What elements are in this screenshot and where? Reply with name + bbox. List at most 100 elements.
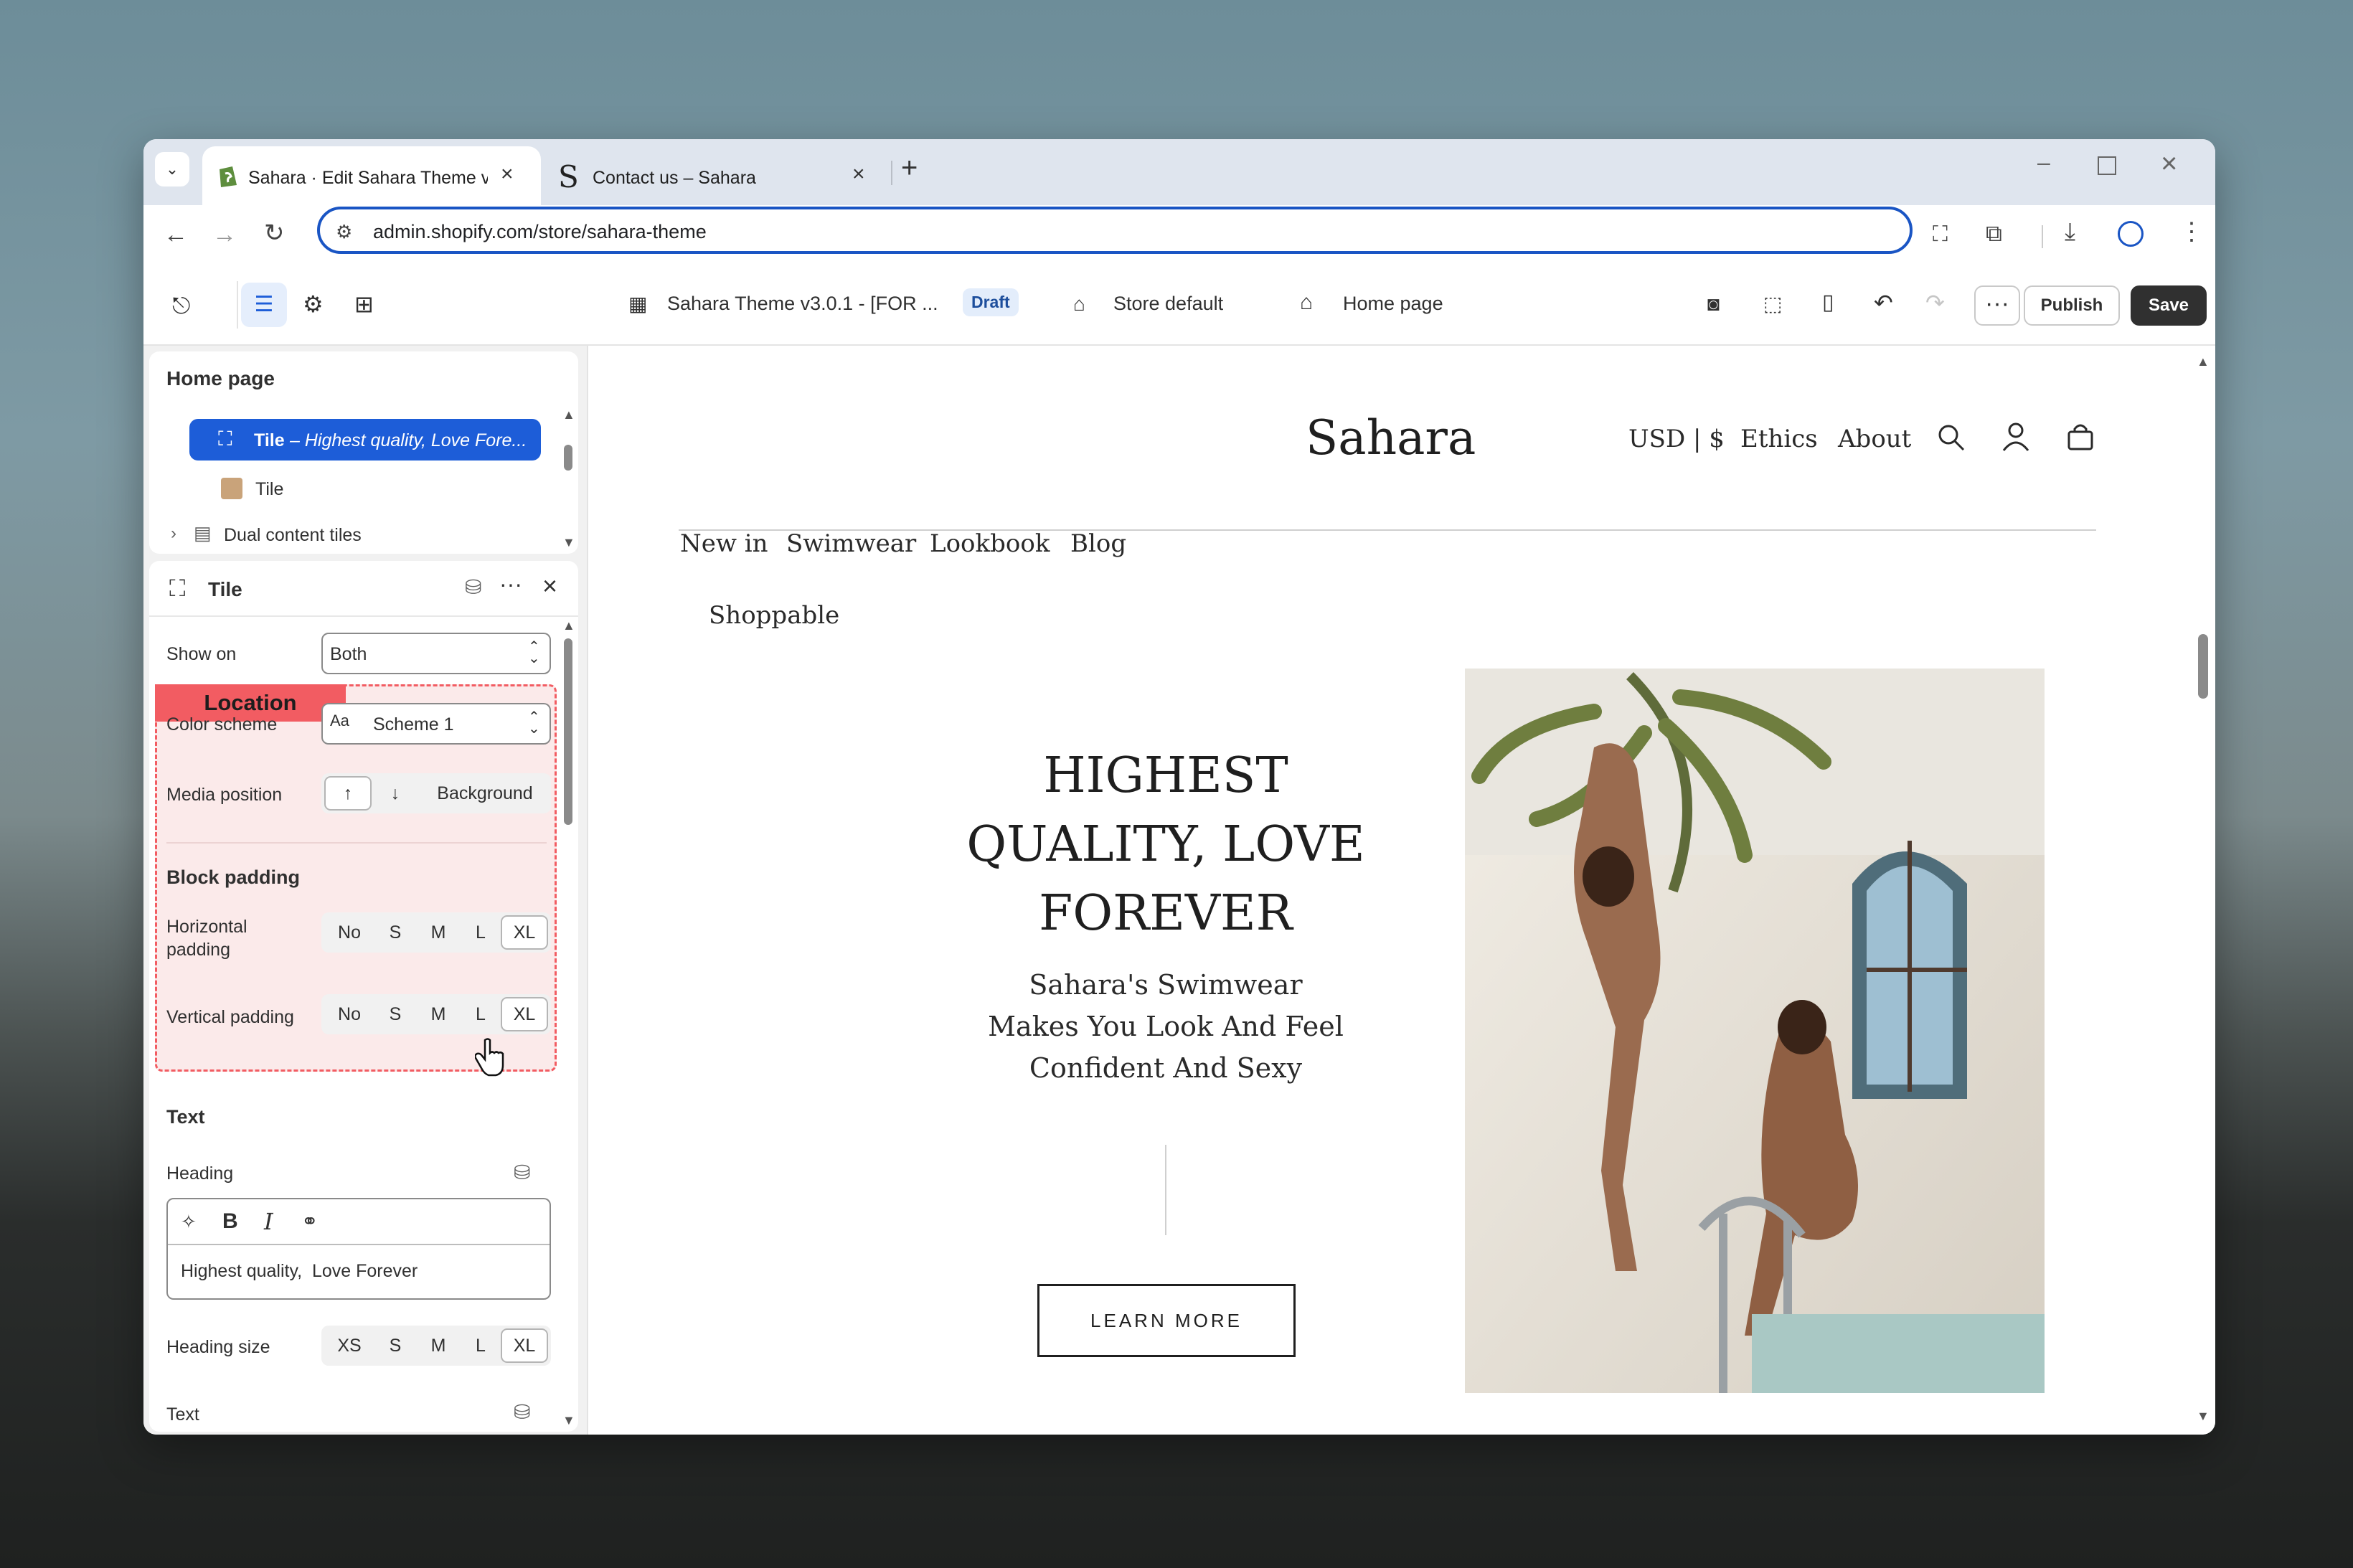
- cart-icon[interactable]: [2066, 422, 2095, 452]
- tab-search-button[interactable]: ⌄: [155, 152, 189, 186]
- url-bar[interactable]: ⚙ admin.shopify.com/store/sahara-theme: [317, 207, 1913, 254]
- settings-scrollbar[interactable]: ▲ ▼: [562, 618, 575, 1429]
- profile-icon[interactable]: [2118, 221, 2144, 247]
- ellipsis-icon[interactable]: ···: [499, 571, 522, 598]
- account-icon[interactable]: [2001, 422, 2030, 452]
- nav-shoppable[interactable]: Shoppable: [709, 601, 839, 630]
- sections-scrollbar[interactable]: ▲ ▼: [562, 407, 575, 551]
- browser-menu-icon[interactable]: ⋮: [2179, 219, 2204, 244]
- preview-scroll-down-icon[interactable]: ▼: [2197, 1409, 2210, 1424]
- close-icon[interactable]: ×: [852, 164, 865, 185]
- apps-icon[interactable]: ⊞: [354, 293, 374, 316]
- size-option-l[interactable]: L: [461, 1326, 501, 1366]
- nav-about[interactable]: About: [1838, 425, 1911, 453]
- shopify-icon: [220, 166, 237, 187]
- tab-strip: ⌄ Sahara · Edit Sahara Theme v3.0 × S Co…: [143, 139, 2215, 205]
- new-tab-icon[interactable]: +: [901, 152, 918, 184]
- size-option-s[interactable]: S: [374, 1326, 416, 1366]
- screenshot-icon[interactable]: ⛶: [1933, 222, 1948, 247]
- redo-icon[interactable]: ↷: [1925, 291, 1945, 314]
- padding-option-l[interactable]: L: [461, 912, 501, 953]
- select-tool-icon[interactable]: ⬚: [1763, 293, 1782, 316]
- store-logo[interactable]: Sahara: [1306, 410, 1476, 466]
- close-window-icon[interactable]: ×: [2161, 148, 2177, 180]
- chevron-right-icon[interactable]: ›: [171, 524, 176, 544]
- address-bar-row: ← → ↻ ⚙ admin.shopify.com/store/sahara-t…: [143, 205, 2215, 265]
- preview-scroll-up-icon[interactable]: ▲: [2197, 354, 2210, 369]
- size-option-m[interactable]: M: [416, 1326, 461, 1366]
- nav-lookbook[interactable]: Lookbook: [930, 529, 1050, 558]
- heading-input[interactable]: Highest quality, Love Forever: [181, 1261, 418, 1282]
- maximize-icon[interactable]: [2098, 156, 2116, 175]
- mobile-preview-icon[interactable]: ▯: [1822, 291, 1834, 314]
- save-button[interactable]: Save: [2131, 285, 2207, 326]
- padding-option-no[interactable]: No: [324, 912, 374, 953]
- section-item-tile-selected[interactable]: ⛶ Tile – Highest quality, Love Fore...: [189, 419, 541, 461]
- padding-option-l[interactable]: L: [461, 994, 501, 1034]
- back-icon[interactable]: ←: [164, 222, 188, 247]
- site-info-icon[interactable]: ⚙: [336, 221, 352, 243]
- scroll-up-icon[interactable]: ▲: [562, 407, 575, 422]
- settings-gear-icon[interactable]: ⚙: [303, 293, 324, 316]
- padding-option-xl[interactable]: XL: [501, 912, 548, 953]
- color-scheme-select[interactable]: Aa Scheme 1 ⌃ ⌄: [321, 703, 551, 745]
- dynamic-source-icon[interactable]: ⛁: [514, 1400, 530, 1424]
- more-actions-button[interactable]: ···: [1974, 285, 2020, 326]
- minimize-icon[interactable]: –: [2037, 149, 2050, 176]
- bold-icon[interactable]: B: [222, 1209, 238, 1234]
- undo-icon[interactable]: ↶: [1874, 291, 1893, 314]
- padding-option-s[interactable]: S: [374, 912, 416, 953]
- link-icon[interactable]: ⚭: [301, 1209, 318, 1233]
- nav-swimwear[interactable]: Swimwear: [786, 529, 916, 558]
- section-item-dual-content[interactable]: › ▤ Dual content tiles: [171, 519, 529, 552]
- scroll-up-icon[interactable]: ▲: [562, 618, 575, 633]
- size-option-xs[interactable]: XS: [324, 1326, 374, 1366]
- block-settings-panel: ⛶ Tile ⛁ ··· × Show on Both ⌃ ⌄ Location …: [149, 561, 578, 1432]
- close-icon[interactable]: ×: [501, 164, 514, 185]
- draft-badge: Draft: [963, 288, 1019, 316]
- extensions-icon[interactable]: ⧉: [1986, 221, 2002, 245]
- inspector-icon[interactable]: ◙: [1707, 293, 1720, 316]
- section-item-name: Tile: [254, 430, 285, 450]
- preview-scroll-thumb[interactable]: [2198, 634, 2208, 699]
- tab-sahara-editor[interactable]: Sahara · Edit Sahara Theme v3.0 ×: [202, 146, 541, 205]
- store-selector[interactable]: Store default: [1113, 293, 1223, 315]
- padding-option-xl[interactable]: XL: [501, 994, 548, 1034]
- theme-name[interactable]: Sahara Theme v3.0.1 - [FOR ...: [667, 293, 938, 315]
- publish-button[interactable]: Publish: [2024, 285, 2120, 326]
- nav-ethics[interactable]: Ethics: [1740, 425, 1818, 453]
- sections-tab-button[interactable]: ☰: [241, 283, 287, 327]
- scroll-down-icon[interactable]: ▼: [562, 1413, 575, 1428]
- padding-option-m[interactable]: M: [416, 912, 461, 953]
- section-item-name: Tile: [255, 479, 284, 499]
- tab-contact[interactable]: S Contact us – Sahara ×: [545, 146, 890, 205]
- padding-option-s[interactable]: S: [374, 994, 416, 1034]
- size-option-xl[interactable]: XL: [501, 1326, 548, 1366]
- scroll-thumb[interactable]: [564, 445, 572, 471]
- section-item-tile[interactable]: Tile: [221, 473, 508, 506]
- download-icon[interactable]: ⤓: [2065, 219, 2075, 244]
- italic-icon[interactable]: I: [264, 1208, 273, 1235]
- scroll-thumb[interactable]: [564, 638, 572, 825]
- close-icon[interactable]: ×: [542, 571, 557, 601]
- show-on-select[interactable]: Both ⌃ ⌄: [321, 633, 551, 674]
- padding-option-no[interactable]: No: [324, 994, 374, 1034]
- scroll-down-icon[interactable]: ▼: [562, 535, 575, 550]
- background-option[interactable]: Background: [419, 773, 551, 813]
- arrow-down-icon[interactable]: ↓: [372, 773, 419, 813]
- search-icon[interactable]: [1937, 423, 1966, 452]
- dynamic-source-icon[interactable]: ⛁: [465, 575, 481, 599]
- currency-selector[interactable]: USD | $: [1628, 425, 1725, 453]
- dynamic-source-icon[interactable]: ⛁: [514, 1161, 530, 1184]
- reload-icon[interactable]: ↻: [264, 221, 285, 245]
- header-divider: [679, 529, 2096, 531]
- exit-icon[interactable]: ⎋: [172, 294, 190, 317]
- page-selector[interactable]: Home page: [1343, 293, 1443, 315]
- learn-more-button[interactable]: LEARN MORE: [1037, 1284, 1296, 1357]
- nav-blog[interactable]: Blog: [1070, 529, 1126, 558]
- forward-icon[interactable]: →: [212, 222, 237, 247]
- nav-new-in[interactable]: New in: [680, 529, 768, 558]
- arrow-up-icon[interactable]: ↑: [324, 773, 372, 813]
- padding-option-m[interactable]: M: [416, 994, 461, 1034]
- magic-sparkle-icon[interactable]: ✧: [181, 1211, 197, 1233]
